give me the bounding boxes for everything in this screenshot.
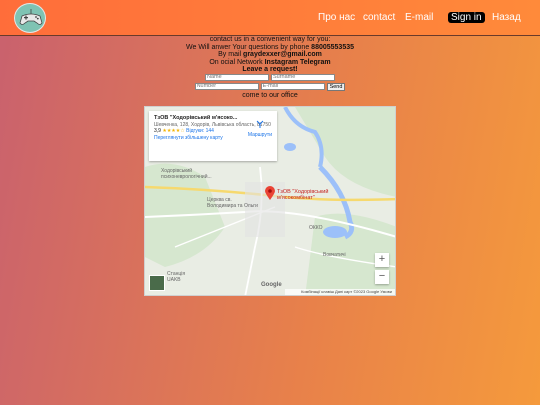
form-row-2: Send xyxy=(0,82,540,92)
directions-icon xyxy=(256,120,264,128)
nav-signin-button[interactable]: Sign in xyxy=(448,12,485,23)
satellite-toggle-button[interactable] xyxy=(149,275,165,291)
directions-label: Маршрути xyxy=(247,131,272,138)
nav-back-link[interactable]: Назад xyxy=(492,12,521,23)
rating-stars-icon: ★★★★☆ xyxy=(162,128,185,134)
gamepad-logo-icon[interactable] xyxy=(14,3,46,33)
directions-button[interactable]: Маршрути xyxy=(248,119,272,138)
request-title: Leave a request! xyxy=(0,66,540,74)
google-logo: Google xyxy=(261,282,282,288)
name-input[interactable] xyxy=(205,73,269,81)
phone-number: 88005553535 xyxy=(311,43,354,51)
nav-email-link[interactable]: E-mail xyxy=(405,12,433,23)
zoom-out-button[interactable]: − xyxy=(375,270,389,284)
poi-label: ОККО xyxy=(309,225,323,231)
come-to-office-text: come to our office xyxy=(242,91,298,99)
request-title-text: Leave a request! xyxy=(242,66,298,74)
mail-prefix: By mail xyxy=(218,51,244,59)
location-pin-icon[interactable] xyxy=(265,186,275,200)
contact-intro: contact us in a convenient way for you: xyxy=(209,36,331,43)
phone-prefix: We Will anwer Your questions by phone xyxy=(186,43,312,51)
poi-label: психоневрологічний... xyxy=(161,174,212,180)
rating-value: 3,9 xyxy=(154,128,161,134)
embedded-map[interactable]: ТзОВ "Ходорівський м'ясоко... Шевченка, … xyxy=(144,106,396,296)
mail-address[interactable]: graydexxer@gmail.com xyxy=(243,51,322,58)
nav-about-link[interactable]: Про нас xyxy=(318,12,355,23)
form-row-1 xyxy=(0,73,540,83)
poi-label: UAKB xyxy=(167,277,181,283)
telegram-link[interactable]: Telegram xyxy=(300,59,331,66)
contact-mail-line: By mail graydexxer@gmail.com xyxy=(0,51,540,59)
surname-input[interactable] xyxy=(271,73,335,81)
contact-section: contact us in a convenient way for you: … xyxy=(0,36,540,100)
poi-label: Вовчатичі xyxy=(323,252,346,258)
top-navbar: Про нас contact E-mail Sign in Назад xyxy=(0,0,540,36)
pin-label: ТзОВ "Ходорівський м'ясокомбінат" xyxy=(277,189,328,201)
contact-social-line: On ocial Network Instagram Telegram xyxy=(0,59,540,67)
reviews-link[interactable]: Відгуки: 144 xyxy=(186,128,214,134)
map-footer[interactable]: Комбінації клавіш Дані карт ©2023 Google… xyxy=(285,289,395,295)
number-input[interactable] xyxy=(194,82,259,90)
nav-contact-link[interactable]: contact xyxy=(363,12,395,23)
email-input[interactable] xyxy=(260,82,325,90)
zoom-in-button[interactable]: + xyxy=(375,253,389,267)
social-prefix: On ocial Network xyxy=(209,58,265,66)
poi-label: Володимира та Ольги xyxy=(207,203,258,209)
contact-phone-line: We Will anwer Your questions by phone 88… xyxy=(0,44,540,52)
place-card: ТзОВ "Ходорівський м'ясоко... Шевченка, … xyxy=(149,111,277,161)
pin-label-line2: м'ясокомбінат" xyxy=(277,195,315,201)
instagram-link[interactable]: Instagram xyxy=(265,59,298,66)
send-button[interactable]: Send xyxy=(326,82,346,91)
